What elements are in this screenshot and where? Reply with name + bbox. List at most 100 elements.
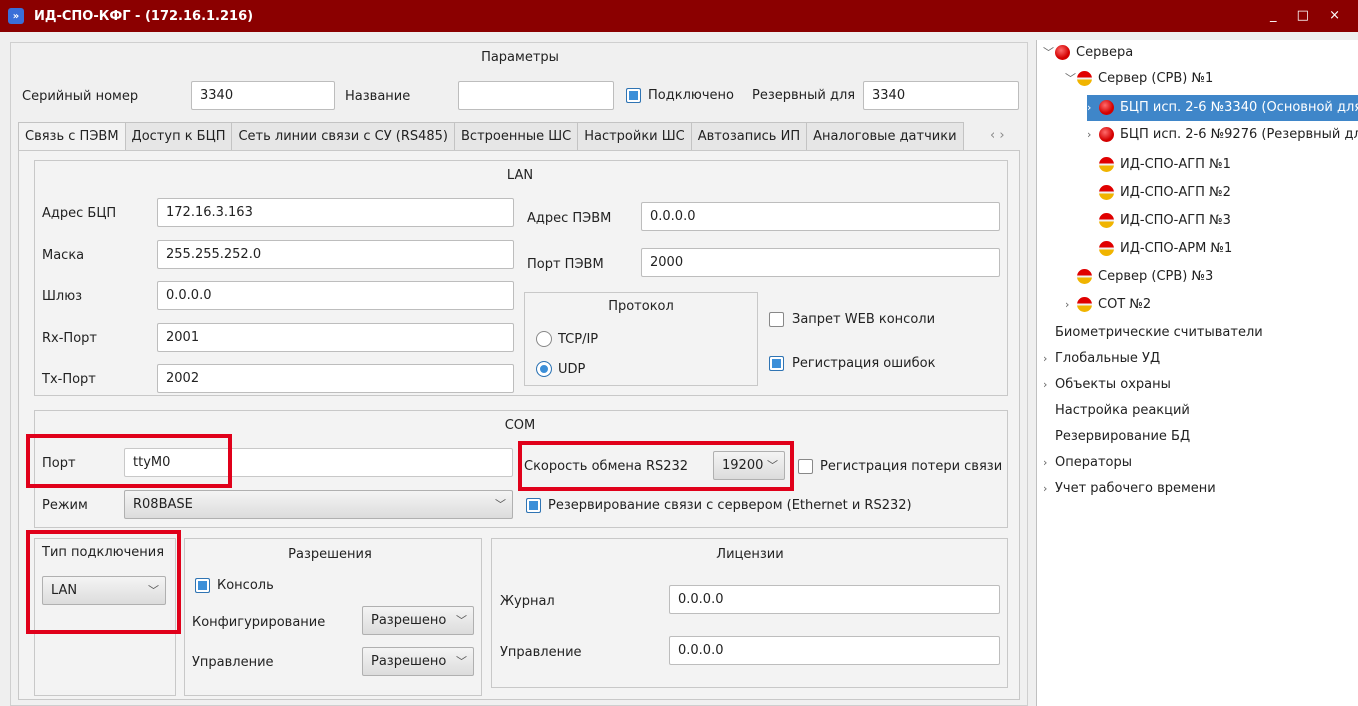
link-loss-checkbox[interactable] [798,459,813,474]
lic-control-input[interactable]: 0.0.0.0 [669,636,1000,665]
tree-label: Сервера [1076,45,1134,60]
control-label: Управление [192,655,274,670]
config-value: Разрешено [371,613,447,628]
web-console-checkbox[interactable] [769,312,784,327]
server-backup-label: Резервирование связи с сервером (Etherne… [548,498,912,513]
window-controls[interactable]: _ □ × [1270,8,1348,23]
server-backup-checkbox[interactable] [526,498,541,513]
console-checkbox[interactable] [195,578,210,593]
connected-label: Подключено [648,88,734,103]
mask-input[interactable]: 255.255.252.0 [157,240,514,269]
control-value: Разрешено [371,654,447,669]
tree-item-backup-db[interactable]: Резервирование БД [1055,424,1190,450]
highlight-com-port [26,434,232,488]
pc-address-input[interactable]: 0.0.0.0 [641,202,1000,231]
tree-label: Учет рабочего времени [1055,481,1216,496]
tx-port-input[interactable]: 2002 [157,364,514,393]
tab-analog[interactable]: Аналоговые датчики [806,122,964,150]
chevron-right-icon[interactable]: › [1043,476,1053,502]
tab-shs-settings[interactable]: Настройки ШС [577,122,692,150]
rx-port-input[interactable]: 2001 [157,323,514,352]
tree-label: ИД-СПО-АГП №1 [1120,157,1231,172]
tree-label: БЦП исп. 2-6 №3340 (Основной для [1120,100,1358,115]
chevron-right-icon[interactable]: › [1043,372,1053,398]
window-title: ИД-СПО-КФГ - (172.16.1.216) [34,8,254,24]
config-select[interactable]: Разрешено ﹀ [362,606,474,635]
tab-pc-link[interactable]: Связь с ПЭВМ [18,122,126,151]
connected-checkbox[interactable] [626,88,641,103]
tree-item-servers[interactable]: ﹀ Сервера [1043,40,1133,66]
tree-item-sot2[interactable]: › СОТ №2 [1065,292,1151,318]
app-icon: » [8,8,24,24]
chevron-down-icon: ﹀ [495,498,506,511]
tree-item-reactions[interactable]: Настройка реакций [1055,398,1190,424]
tree-item-bio[interactable]: Биометрические считыватели [1055,320,1263,346]
control-select[interactable]: Разрешено ﹀ [362,647,474,676]
bcp-address-label: Адрес БЦП [42,206,117,221]
gateway-input[interactable]: 0.0.0.0 [157,281,514,310]
pc-address-label: Адрес ПЭВМ [527,211,612,226]
params-title: Параметры [481,50,559,65]
chevron-down-icon[interactable]: ﹀ [1043,40,1054,66]
serial-input[interactable]: 3340 [191,81,335,110]
tree-item-srv3[interactable]: Сервер (СРВ) №3 [1077,264,1213,290]
device-status-icon [1077,297,1092,312]
tab-bar: Связь с ПЭВМ Доступ к БЦП Сеть линии свя… [18,122,964,151]
journal-input[interactable]: 0.0.0.0 [669,585,1000,614]
pc-port-label: Порт ПЭВМ [527,257,604,272]
tree-label: ИД-СПО-АГП №2 [1120,185,1231,200]
tcp-label: TCP/IP [558,332,599,347]
chevron-right-icon[interactable]: › [1087,95,1097,121]
config-label: Конфигурирование [192,615,326,630]
tree-item-global[interactable]: › Глобальные УД [1043,346,1160,372]
error-log-checkbox[interactable] [769,356,784,371]
tree-label: СОТ №2 [1098,297,1152,312]
tree-label: Резервирование БД [1055,429,1191,444]
tab-autorecord[interactable]: Автозапись ИП [690,122,808,150]
chevron-right-icon[interactable]: › [1043,450,1053,476]
chevron-down-icon: ﹀ [456,614,467,627]
protocol-title: Протокол [608,299,674,314]
tree-item-objects[interactable]: › Объекты охраны [1043,372,1171,398]
tree-item-arm1[interactable]: ИД-СПО-АРМ №1 [1099,236,1232,262]
device-status-icon [1099,157,1114,172]
mode-label: Режим [42,498,88,513]
chevron-right-icon[interactable]: › [1065,292,1075,318]
chevron-down-icon[interactable]: ﹀ [1065,66,1076,92]
serial-label: Серийный номер [22,89,139,104]
tree-item-bcp-3340[interactable]: › БЦП исп. 2-6 №3340 (Основной для [1087,95,1358,121]
web-console-label: Запрет WEB консоли [792,312,936,327]
console-label: Консоль [217,578,274,593]
reserve-input[interactable]: 3340 [863,81,1019,110]
tcp-radio[interactable] [536,331,552,347]
tab-rs485[interactable]: Сеть линии связи с СУ (RS485) [231,122,455,150]
tabs-scroll-buttons[interactable]: ‹ › [990,127,1005,145]
name-input[interactable] [458,81,614,110]
pc-port-input[interactable]: 2000 [641,248,1000,277]
reserve-label: Резервный для [752,88,856,103]
udp-radio[interactable] [536,361,552,377]
mode-select[interactable]: R08BASE ﹀ [124,490,513,519]
server-status-icon [1077,71,1092,86]
link-loss-label: Регистрация потери связи [820,459,1003,474]
bcp-address-input[interactable]: 172.16.3.163 [157,198,514,227]
chevron-right-icon[interactable]: › [1087,122,1097,148]
object-tree[interactable]: ﹀ Сервера ﹀ Сервер (СРВ) №1 › БЦП исп. 2-6 … [1036,40,1358,706]
gateway-label: Шлюз [42,289,83,304]
tree-item-agp2[interactable]: ИД-СПО-АГП №2 [1099,180,1231,206]
device-status-icon [1099,185,1114,200]
tree-label: Биометрические считыватели [1055,325,1263,340]
tree-item-operators[interactable]: › Операторы [1043,450,1132,476]
tab-builtin-shs[interactable]: Встроенные ШС [454,122,579,150]
tree-item-srv1[interactable]: ﹀ Сервер (СРВ) №1 [1065,66,1213,92]
chevron-down-icon: ﹀ [456,655,467,668]
tree-item-agp3[interactable]: ИД-СПО-АГП №3 [1099,208,1231,234]
device-status-icon [1099,127,1114,142]
tree-item-agp1[interactable]: ИД-СПО-АГП №1 [1099,152,1231,178]
tree-label: ИД-СПО-АРМ №1 [1120,241,1233,256]
chevron-right-icon[interactable]: › [1043,346,1053,372]
tab-bcp-access[interactable]: Доступ к БЦП [124,122,233,150]
tree-item-worktime[interactable]: › Учет рабочего времени [1043,476,1216,502]
tree-item-bcp-9276[interactable]: › БЦП исп. 2-6 №9276 (Резервный для [1087,122,1358,148]
tree-label: Глобальные УД [1055,351,1161,366]
